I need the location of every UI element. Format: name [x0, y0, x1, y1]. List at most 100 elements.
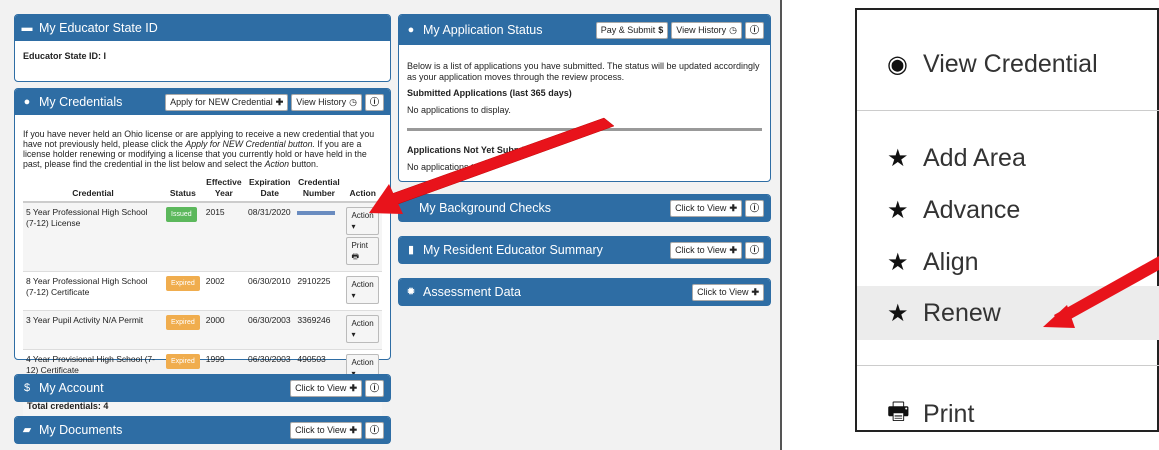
panel-header[interactable]: My Background Checks Click to View ✚ ⓘ — [399, 195, 770, 221]
credentials-panel: ● My Credentials Apply for NEW Credential… — [14, 88, 391, 420]
panel-title: My Resident Educator Summary — [423, 243, 603, 257]
credential-name: 5 Year Professional High School (7-12) L… — [23, 201, 163, 272]
table-row: 3 Year Pupil Activity N/A Permit Expired… — [23, 310, 382, 350]
credential-name: 8 Year Professional High School (7-12) C… — [23, 271, 163, 311]
click-to-view-button[interactable]: Click to View ✚ — [670, 241, 742, 259]
section-divider — [407, 128, 762, 131]
status-badge: Expired — [166, 276, 200, 291]
view-history-button[interactable]: View History ◷ — [291, 93, 362, 111]
submitted-empty: No applications to display. — [407, 105, 511, 115]
table-row: 8 Year Professional High School (7-12) C… — [23, 271, 382, 311]
info-button[interactable]: ⓘ — [744, 241, 764, 259]
zoomed-action-menu: ◉ View Credential ★ Add Area ★ Advance ★ Ali… — [855, 8, 1159, 432]
column-header: Action — [343, 175, 382, 203]
credential-name: 3 Year Pupil Activity N/A Permit — [23, 310, 163, 350]
effective-year: 2000 — [202, 310, 246, 350]
info-icon: ⓘ — [369, 96, 379, 107]
click-to-view-button[interactable]: Click to View ✚ — [670, 199, 742, 217]
click-to-view-button[interactable]: Click to View ✚ — [290, 379, 362, 397]
user-icon: ● — [407, 24, 415, 36]
clock-icon: ◷ — [729, 24, 737, 35]
submitted-label: Submitted Applications (last 365 days) — [407, 88, 572, 98]
menu-divider — [857, 365, 1159, 366]
panel-title: My Credentials — [39, 95, 123, 109]
status-badge: Expired — [166, 354, 200, 369]
effective-year: 2002 — [202, 271, 246, 311]
menu-item-advance[interactable]: ★ Advance — [857, 196, 1159, 225]
action-dropdown-button[interactable]: Action ▾ — [346, 315, 379, 343]
panel-title: My Account — [39, 381, 104, 395]
plus-icon: ✚ — [729, 202, 737, 213]
action-dropdown-button[interactable]: Action ▾ — [346, 276, 379, 304]
star-icon: ★ — [887, 299, 909, 327]
star-icon: ★ — [887, 145, 909, 172]
column-header[interactable]: Credential Number — [294, 175, 344, 203]
plus-icon: ✚ — [751, 286, 759, 297]
info-icon: ⓘ — [369, 382, 379, 393]
expiration-date: 08/31/2020 — [245, 201, 295, 272]
pay-submit-button[interactable]: Pay & Submit $ — [595, 21, 669, 39]
assessment-panel: ✹ Assessment Data Click to View ✚ — [398, 278, 771, 306]
background-checks-panel: My Background Checks Click to View ✚ ⓘ — [398, 194, 771, 222]
credentials-intro: If you have never held an Ohio license o… — [23, 129, 375, 169]
status-badge: Issued — [166, 207, 197, 222]
menu-divider — [857, 110, 1159, 111]
eye-icon: ◉ — [887, 51, 908, 78]
clock-icon: ◷ — [349, 96, 357, 107]
panel-title: My Educator State ID — [39, 21, 158, 35]
panel-header[interactable]: ▬ My Educator State ID — [15, 15, 390, 41]
account-panel: $ My Account Click to View ✚ ⓘ — [14, 374, 391, 402]
application-status-panel: ● My Application Status Pay & Submit $ Vie… — [398, 14, 771, 182]
info-button[interactable]: ⓘ — [744, 199, 764, 217]
info-button[interactable]: ⓘ — [744, 21, 764, 39]
column-header[interactable]: Status — [163, 175, 203, 203]
star-icon: ★ — [887, 249, 909, 276]
column-header[interactable]: Credential — [23, 175, 163, 203]
plus-icon: ✚ — [349, 382, 357, 393]
application-intro: Below is a list of applications you have… — [407, 61, 760, 82]
menu-item-print[interactable]: 🖶 Print — [857, 394, 1159, 435]
panel-header: ● My Credentials Apply for NEW Credential… — [15, 89, 390, 115]
dollar-icon: $ — [658, 24, 664, 35]
educator-id-label: Educator State ID: — [23, 51, 102, 61]
expiration-date: 06/30/2003 — [245, 310, 295, 350]
educator-id-value: I — [103, 51, 107, 61]
panel-title: My Documents — [39, 423, 123, 437]
panel-header[interactable]: ✹ Assessment Data Click to View ✚ — [399, 279, 770, 305]
star-icon: ★ — [887, 197, 909, 224]
click-to-view-button[interactable]: Click to View ✚ — [692, 283, 764, 301]
info-button[interactable]: ⓘ — [364, 421, 384, 439]
panel-header[interactable]: ▰ My Documents Click to View ✚ ⓘ — [15, 417, 390, 443]
credential-number: 3369246 — [294, 310, 344, 350]
menu-item-add-area[interactable]: ★ Add Area — [857, 144, 1159, 173]
info-icon: ⓘ — [749, 244, 759, 255]
info-button[interactable]: ⓘ — [364, 93, 384, 111]
column-header[interactable]: Expiration Date — [245, 175, 295, 203]
menu-item-renew[interactable]: ★ Renew — [857, 286, 1159, 340]
panel-header[interactable]: $ My Account Click to View ✚ ⓘ — [15, 375, 390, 401]
panel-header[interactable]: ▮ My Resident Educator Summary Click to V… — [399, 237, 770, 263]
menu-item-view-credential[interactable]: ◉ View Credential — [857, 50, 1159, 79]
click-to-view-button[interactable]: Click to View ✚ — [290, 421, 362, 439]
menu-item-align[interactable]: ★ Align — [857, 248, 1159, 277]
plus-icon: ✚ — [349, 424, 357, 435]
panel-header: ● My Application Status Pay & Submit $ Vie… — [399, 15, 770, 45]
credential-number — [294, 201, 344, 272]
screenshot-area: ▬ My Educator State ID Educator State ID:… — [0, 0, 782, 450]
view-history-button[interactable]: View History ◷ — [671, 21, 742, 39]
printer-icon: 🖶 — [887, 398, 910, 425]
column-header[interactable]: Effective Year — [202, 175, 246, 203]
plus-icon: ✚ — [275, 96, 284, 107]
info-icon: ⓘ — [369, 424, 379, 435]
educator-id-panel: ▬ My Educator State ID Educator State ID:… — [14, 14, 391, 82]
documents-panel: ▰ My Documents Click to View ✚ ⓘ — [14, 416, 391, 444]
info-icon: ⓘ — [749, 202, 759, 213]
panel-title: My Background Checks — [419, 201, 552, 215]
book-icon: ▮ — [407, 244, 415, 256]
action-dropdown-button[interactable]: Action ▾ — [346, 207, 379, 235]
resident-educator-panel: ▮ My Resident Educator Summary Click to V… — [398, 236, 771, 264]
info-button[interactable]: ⓘ — [364, 379, 384, 397]
apply-new-credential-button[interactable]: Apply for NEW Credential ✚ — [165, 93, 289, 111]
printer-icon: 🖶 — [351, 252, 360, 261]
print-button[interactable]: Print 🖶 — [346, 237, 379, 265]
